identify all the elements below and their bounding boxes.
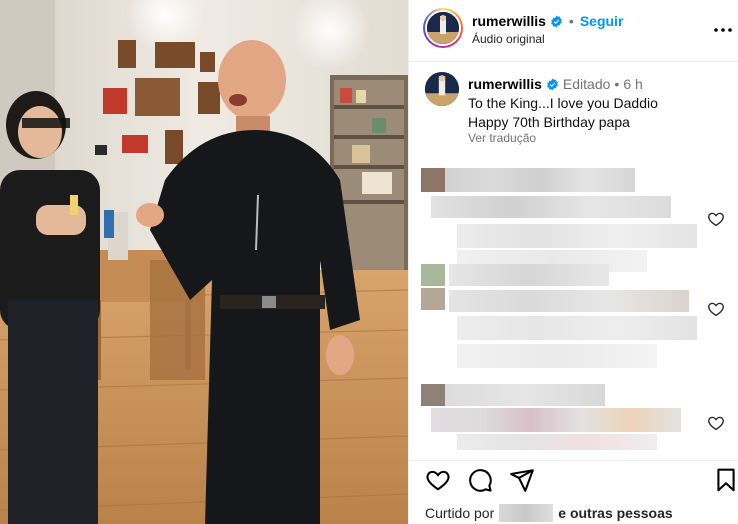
comment-avatar[interactable] [421,168,445,192]
profile-avatar[interactable] [423,8,463,48]
liked-by-prefix: Curtido por [425,505,495,521]
comment-item [409,262,738,372]
liked-by-line: Curtido por e outras pessoas [425,504,673,522]
caption-avatar[interactable] [425,72,459,106]
comment-avatar[interactable] [421,384,445,406]
post-actions-bar: Curtido por e outras pessoas [409,460,738,524]
caption-username[interactable]: rumerwillis [468,76,542,92]
follow-button[interactable]: Seguir [580,13,624,29]
comment-blurred-text [445,168,635,192]
comment-blurred-text [431,408,681,432]
edited-label: Editado [562,76,611,92]
post-timestamp[interactable]: 6 h [623,76,642,92]
header-username[interactable]: rumerwillis [472,13,546,29]
comment-item [409,166,738,276]
comment-like-icon[interactable] [707,414,725,432]
comment-avatar-part [421,288,445,310]
post-side-panel: rumerwillis • Seguir Áudio original rume… [408,0,738,524]
comment-blurred-text [431,196,671,218]
caption-separator: • [614,76,620,92]
comments-list [409,152,738,460]
comment-item [409,382,738,460]
comment-blurred-text [457,344,657,368]
comment-blurred-text [457,316,697,340]
audio-label[interactable]: Áudio original [472,32,545,46]
post-caption: rumerwillis Editado • 6 h To the King...… [409,62,738,152]
comment-blurred-text [449,290,689,312]
comment-blurred-text [457,434,657,450]
comment-blurred-text [445,384,605,406]
comment-like-icon[interactable] [707,300,725,318]
comment-blurred-text [457,224,697,248]
more-options-icon[interactable] [711,18,735,42]
comment-like-icon[interactable] [707,210,725,228]
share-icon[interactable] [509,467,535,493]
video-frame [0,0,408,524]
header-user-line: rumerwillis • Seguir [472,13,623,29]
liked-by-others-link[interactable]: e outras pessoas [558,505,672,521]
liked-by-user-blurred[interactable] [499,504,554,522]
comment-avatar[interactable] [421,264,445,286]
post-header: rumerwillis • Seguir Áudio original [409,0,738,62]
header-separator: • [568,13,574,29]
post-media-video[interactable] [0,0,408,524]
verified-badge-icon [547,78,558,90]
caption-head: rumerwillis Editado • 6 h [468,76,643,92]
like-icon[interactable] [425,467,451,493]
save-icon[interactable] [713,467,738,493]
comment-blurred-text [449,264,609,286]
caption-text-line-2: Happy 70th Birthday papa [468,114,630,130]
verified-badge-icon [551,15,562,27]
comment-icon[interactable] [467,467,493,493]
caption-text-line-1: To the King...I love you Daddio [468,95,658,111]
see-translation-link[interactable]: Ver tradução [468,131,536,145]
